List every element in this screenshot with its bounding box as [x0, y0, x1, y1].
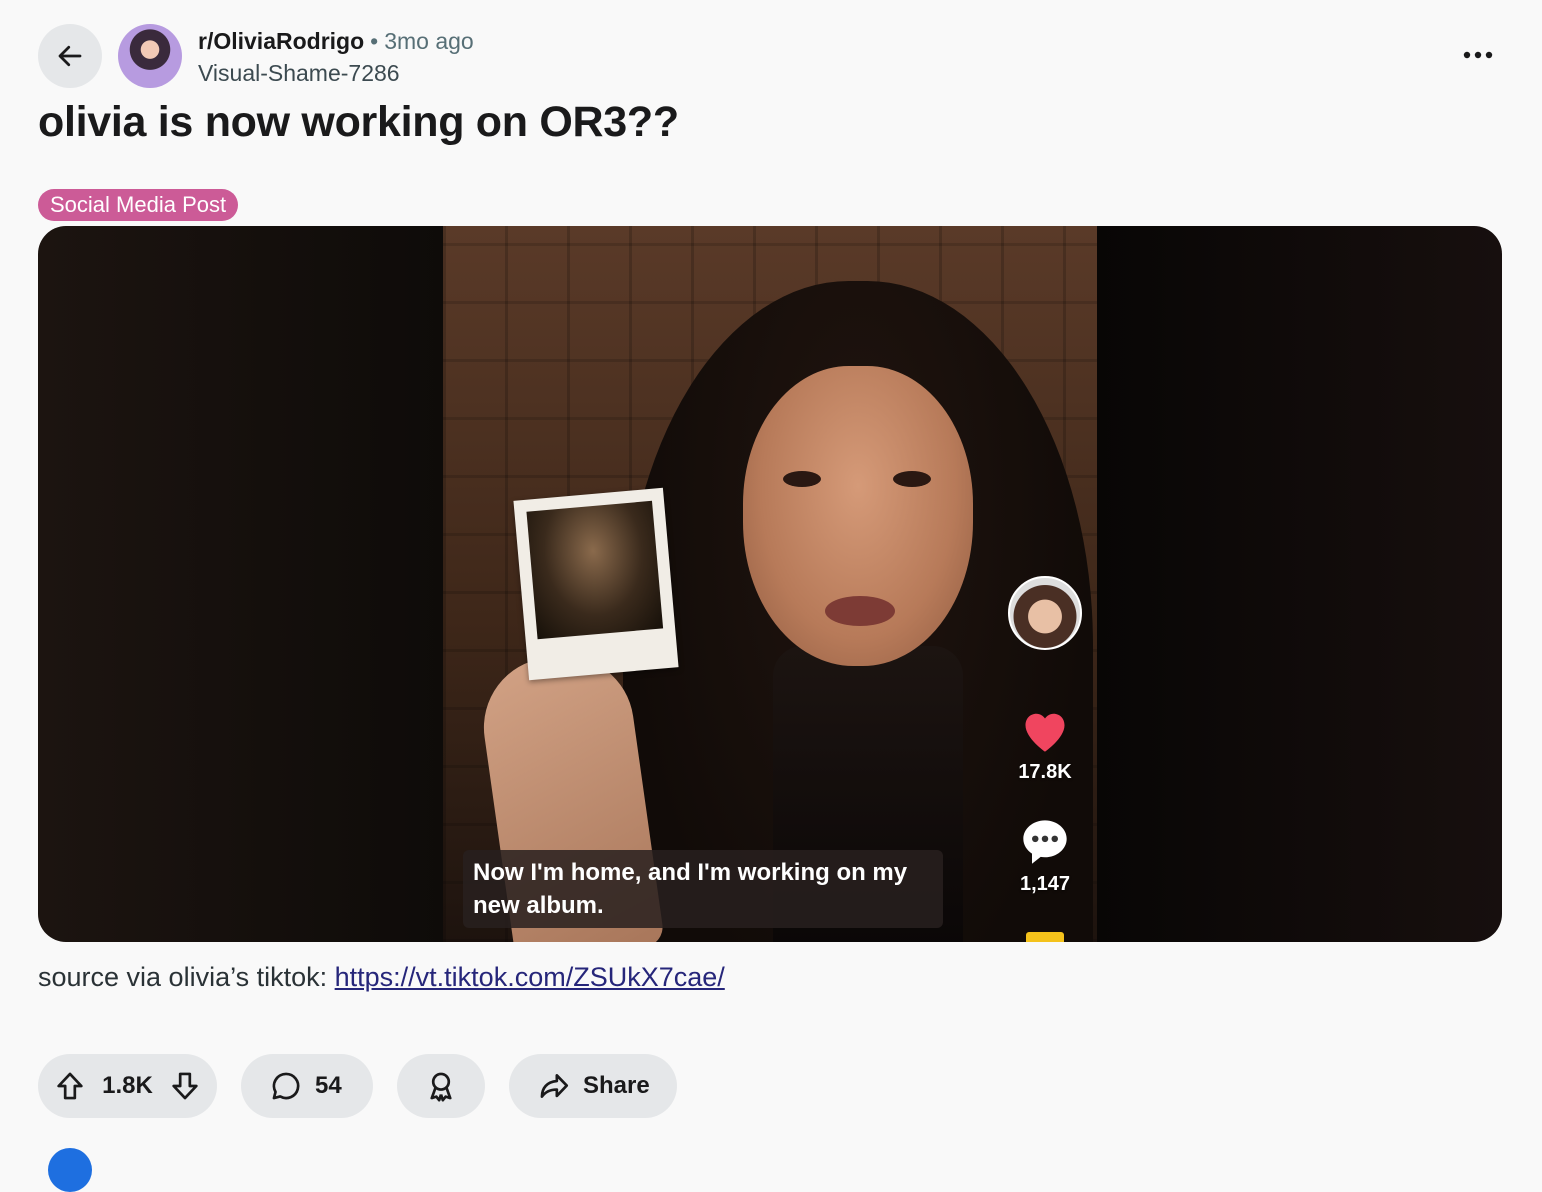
award-button[interactable] [397, 1054, 485, 1118]
heart-icon [1019, 706, 1071, 754]
video-subject-face [743, 366, 973, 666]
video-player[interactable]: 17.8K 1,147 Now I'm home, and I'm workin… [38, 226, 1502, 942]
tiktok-like[interactable]: 17.8K [1003, 706, 1087, 784]
user-avatar[interactable] [48, 1148, 92, 1192]
video-subject-eye-left [783, 471, 821, 487]
post-time: 3mo ago [384, 28, 474, 54]
comment-bubble-icon [1019, 816, 1071, 866]
post-meta: r/OliviaRodrigo • 3mo ago [198, 28, 474, 55]
meta-separator: • [370, 28, 379, 54]
tiktok-source-link[interactable]: https://vt.tiktok.com/ZSUkX7cae/ [335, 962, 725, 992]
tiktok-like-count: 17.8K [1018, 761, 1072, 783]
share-icon [537, 1069, 571, 1103]
video-caption: Now I'm home, and I'm working on my new … [463, 850, 943, 928]
subreddit-avatar[interactable] [118, 24, 182, 88]
more-options-button[interactable] [1458, 40, 1498, 70]
tiktok-creator-avatar[interactable] [1008, 576, 1082, 650]
comments-button[interactable]: 54 [241, 1054, 373, 1118]
polaroid-photo [513, 487, 679, 681]
tiktok-bookmark-icon[interactable] [1026, 932, 1064, 942]
post-body-text: source via olivia’s tiktok: [38, 962, 328, 992]
back-button[interactable] [38, 24, 102, 88]
video-frame[interactable]: 17.8K 1,147 Now I'm home, and I'm workin… [443, 226, 1097, 942]
post-flair[interactable]: Social Media Post [38, 189, 239, 221]
award-icon [424, 1069, 458, 1103]
share-label: Share [583, 1072, 650, 1099]
subreddit-name[interactable]: r/OliviaRodrigo [198, 28, 364, 54]
more-options-icon [1463, 51, 1493, 59]
vote-count: 1.8K [102, 1072, 153, 1099]
video-subject-lips [825, 596, 895, 626]
author-name[interactable]: Visual-Shame-7286 [198, 60, 400, 87]
upvote-icon[interactable] [53, 1069, 87, 1103]
polaroid-image [526, 500, 664, 640]
vote-control: 1.8K [38, 1054, 217, 1118]
comments-count: 54 [315, 1072, 342, 1099]
comment-icon [269, 1069, 303, 1103]
video-subject-eye-right [893, 471, 931, 487]
back-arrow-icon [55, 41, 85, 71]
post-title: olivia is now working on OR3?? [38, 98, 679, 146]
tiktok-comments[interactable]: 1,147 [1003, 816, 1087, 896]
tiktok-comment-count: 1,147 [1019, 873, 1071, 895]
share-button[interactable]: Share [509, 1054, 677, 1118]
post-body: source via olivia’s tiktok: https://vt.t… [38, 962, 725, 993]
downvote-icon[interactable] [168, 1069, 202, 1103]
